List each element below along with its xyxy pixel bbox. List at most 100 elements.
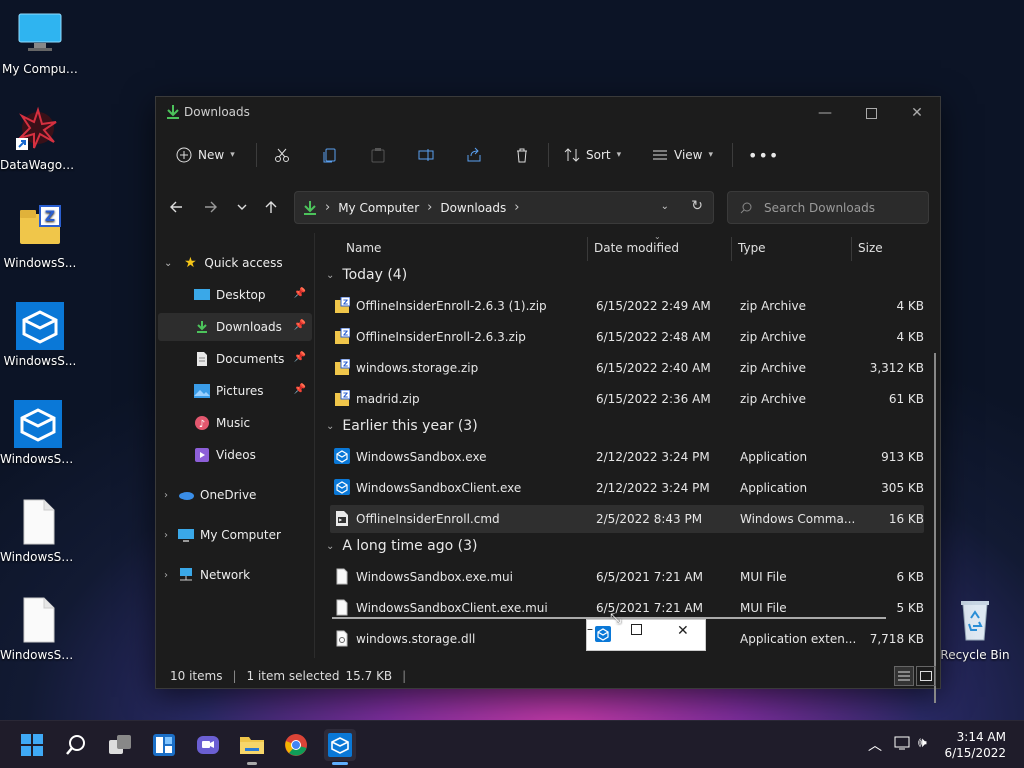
sidebar-item-onedrive[interactable]: › OneDrive bbox=[158, 481, 312, 509]
view-button[interactable]: View ▾ bbox=[652, 141, 713, 169]
chevron-down-icon bbox=[237, 204, 247, 210]
rename-button[interactable] bbox=[418, 141, 434, 169]
file-icon bbox=[334, 599, 350, 616]
column-header-name[interactable]: Name bbox=[346, 241, 381, 255]
pin-icon[interactable]: 📌 bbox=[294, 352, 306, 363]
sidebar-item-pictures[interactable]: Pictures 📌 bbox=[158, 377, 312, 405]
recent-locations-button[interactable] bbox=[230, 195, 254, 219]
more-options-button[interactable]: ••• bbox=[748, 141, 779, 169]
sandbox-taskbar-button[interactable] bbox=[324, 729, 356, 765]
new-button[interactable]: New ▾ bbox=[176, 141, 235, 169]
column-divider[interactable] bbox=[851, 237, 852, 261]
file-row-selected[interactable]: OfflineInsiderEnroll.cmd 2/5/2022 8:43 P… bbox=[330, 505, 924, 533]
sidebar-item-videos[interactable]: Videos bbox=[158, 441, 312, 469]
up-button[interactable] bbox=[259, 195, 283, 219]
paste-button[interactable] bbox=[370, 141, 386, 169]
column-divider[interactable] bbox=[587, 237, 588, 261]
chat-button[interactable] bbox=[192, 729, 224, 761]
minimize-button[interactable]: — bbox=[802, 97, 848, 129]
maximize-button[interactable] bbox=[848, 97, 894, 129]
copy-button[interactable] bbox=[322, 141, 338, 169]
file-type: zip Archive bbox=[740, 392, 806, 406]
group-header-a-long-time-ago[interactable]: ⌄ A long time ago (3) bbox=[326, 538, 477, 554]
sidebar-item-network[interactable]: › Network bbox=[158, 561, 312, 589]
desktop-icon-sandbox-1[interactable]: WindowsS... bbox=[2, 302, 78, 368]
group-header-earlier-this-year[interactable]: ⌄ Earlier this year (3) bbox=[326, 418, 478, 434]
show-hidden-icons-chevron-icon[interactable]: ︿ bbox=[868, 735, 882, 755]
close-icon[interactable]: ✕ bbox=[677, 623, 689, 639]
search-input[interactable]: Search Downloads bbox=[727, 191, 929, 224]
desktop-icon-file-1[interactable]: WindowsSa... bbox=[0, 498, 76, 564]
column-header-type[interactable]: Type bbox=[738, 241, 766, 255]
column-header-date[interactable]: Date modified bbox=[594, 241, 679, 255]
star-icon: ★ bbox=[184, 255, 197, 271]
file-explorer-button[interactable] bbox=[236, 729, 268, 765]
arrow-left-icon bbox=[170, 201, 182, 213]
address-history-chevron-icon[interactable]: ⌄ bbox=[661, 201, 669, 212]
pane-splitter[interactable] bbox=[314, 233, 315, 658]
desktop-icon-recycle-bin[interactable]: Recycle Bin bbox=[937, 596, 1013, 662]
cut-button[interactable] bbox=[274, 141, 290, 169]
network-status-icon[interactable] bbox=[894, 735, 912, 755]
network-icon bbox=[178, 567, 194, 583]
file-icon bbox=[14, 498, 62, 546]
desktop-icon-datawagon[interactable]: DataWagon... bbox=[0, 106, 76, 172]
widgets-button[interactable] bbox=[148, 729, 180, 761]
desktop-icon-zip[interactable]: Z WindowsS... bbox=[2, 204, 78, 270]
file-type: MUI File bbox=[740, 601, 787, 615]
pin-icon[interactable]: 📌 bbox=[294, 320, 306, 331]
share-button[interactable] bbox=[466, 141, 482, 169]
share-icon bbox=[467, 147, 481, 162]
file-row[interactable]: Z windows.storage.zip 6/15/2022 2:40 AM … bbox=[330, 354, 924, 382]
search-button[interactable] bbox=[60, 729, 92, 761]
pin-icon[interactable]: 📌 bbox=[294, 384, 306, 395]
file-row[interactable]: Z OfflineInsiderEnroll-2.6.3 (1).zip 6/1… bbox=[330, 292, 924, 320]
sidebar-item-documents[interactable]: Documents 📌 bbox=[158, 345, 312, 373]
pin-icon[interactable]: 📌 bbox=[294, 288, 306, 299]
sidebar-item-desktop[interactable]: Desktop 📌 bbox=[158, 281, 312, 309]
breadcrumb-downloads[interactable]: Downloads bbox=[440, 201, 506, 215]
forward-button[interactable] bbox=[199, 195, 223, 219]
desktop-icon-sandbox-2[interactable]: WindowsSa... bbox=[0, 400, 76, 466]
delete-button[interactable] bbox=[514, 141, 530, 169]
back-button[interactable] bbox=[164, 195, 188, 219]
tiles-view-button[interactable] bbox=[916, 666, 936, 686]
desktop-icon bbox=[194, 287, 210, 303]
minimize-icon[interactable]: – bbox=[587, 622, 593, 636]
column-header-size[interactable]: Size bbox=[858, 241, 883, 255]
sandbox-mini-window[interactable]: – ✕ bbox=[586, 619, 706, 651]
system-clock[interactable]: 3:14 AM 6/15/2022 bbox=[944, 729, 1006, 761]
address-bar[interactable]: › My Computer › Downloads › ⌄ ↻ bbox=[294, 191, 714, 224]
file-row[interactable]: WindowsSandboxClient.exe 2/12/2022 3:24 … bbox=[330, 474, 924, 502]
sidebar-item-music[interactable]: ♪ Music bbox=[158, 409, 312, 437]
breadcrumb-my-computer[interactable]: My Computer bbox=[338, 201, 419, 215]
title-bar[interactable]: Downloads — ✕ bbox=[156, 97, 940, 129]
start-button[interactable] bbox=[16, 729, 48, 761]
sandbox-icon bbox=[16, 302, 64, 350]
sidebar-item-my-computer[interactable]: › My Computer bbox=[158, 521, 312, 549]
column-divider[interactable] bbox=[731, 237, 732, 261]
task-view-button[interactable] bbox=[104, 729, 136, 761]
sort-button[interactable]: Sort ▾ bbox=[564, 141, 621, 169]
group-header-today[interactable]: ⌄ Today (4) bbox=[326, 267, 407, 283]
chevron-right-icon: › bbox=[164, 529, 168, 541]
svg-text:♪: ♪ bbox=[199, 419, 205, 430]
sidebar-item-downloads[interactable]: Downloads 📌 bbox=[158, 313, 312, 341]
maximize-icon[interactable] bbox=[631, 623, 642, 639]
chrome-button[interactable] bbox=[280, 729, 312, 761]
status-bar: 10 items | 1 item selected 15.7 KB | bbox=[156, 664, 940, 688]
breadcrumb-separator-icon: › bbox=[514, 200, 520, 215]
chevron-down-icon: ▾ bbox=[230, 150, 235, 160]
close-button[interactable]: ✕ bbox=[894, 97, 940, 129]
file-row[interactable]: Z madrid.zip 6/15/2022 2:36 AM zip Archi… bbox=[330, 385, 924, 413]
volume-icon[interactable]: 🕪 bbox=[918, 735, 927, 751]
desktop-icon-file-2[interactable]: WindowsSa... bbox=[0, 596, 76, 662]
desktop-icon-my-computer[interactable]: My Computer bbox=[2, 10, 78, 76]
file-row[interactable]: Z OfflineInsiderEnroll-2.6.3.zip 6/15/20… bbox=[330, 323, 924, 351]
vertical-scrollbar[interactable] bbox=[934, 353, 936, 703]
details-view-button[interactable] bbox=[894, 666, 914, 686]
refresh-icon[interactable]: ↻ bbox=[691, 198, 703, 214]
sidebar-item-quick-access[interactable]: ⌄ ★ Quick access bbox=[158, 249, 312, 277]
file-row[interactable]: WindowsSandbox.exe 2/12/2022 3:24 PM App… bbox=[330, 443, 924, 471]
file-row[interactable]: WindowsSandbox.exe.mui 6/5/2021 7:21 AM … bbox=[330, 563, 924, 591]
